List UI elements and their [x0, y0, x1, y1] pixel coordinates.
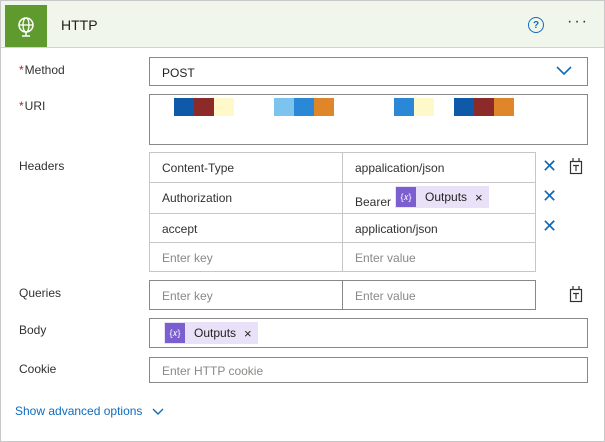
cookie-placeholder: Enter HTTP cookie: [162, 364, 264, 378]
query-value-input[interactable]: Enter value: [342, 280, 536, 310]
header-value-input[interactable]: Enter value: [342, 242, 536, 272]
body-label: Body: [19, 323, 47, 337]
expression-icon: {𝑥}: [396, 187, 416, 207]
queries-label: Queries: [19, 286, 62, 300]
help-circle-icon[interactable]: ?: [528, 17, 544, 33]
remove-token-button[interactable]: ×: [475, 190, 483, 205]
redacted-block: [174, 98, 194, 116]
uri-input[interactable]: [149, 94, 588, 145]
cookie-input[interactable]: Enter HTTP cookie: [149, 357, 588, 383]
chevron-down-icon: [555, 63, 573, 82]
header-key: Content-Type: [162, 161, 235, 175]
redacted-block: [214, 98, 234, 116]
header-value: appalication/json: [355, 161, 445, 175]
header-key: Authorization: [162, 191, 233, 205]
body-input[interactable]: {𝑥} Outputs ×: [149, 318, 588, 348]
value-placeholder: Enter value: [355, 251, 416, 265]
header-key: accept: [162, 222, 198, 236]
card-title: HTTP: [61, 17, 98, 33]
value-placeholder: Enter value: [355, 289, 416, 303]
redacted-block: [454, 98, 474, 116]
redacted-block: [414, 98, 434, 116]
header-value-cell[interactable]: application/json: [342, 213, 536, 243]
header-value: application/json: [355, 222, 438, 236]
key-placeholder: Enter key: [162, 289, 213, 303]
close-icon[interactable]: ✕: [542, 157, 557, 175]
header-key-cell[interactable]: accept: [149, 213, 343, 243]
chevron-down-icon: [152, 405, 164, 419]
more-icon[interactable]: ···: [567, 14, 589, 30]
token-label: Outputs: [194, 326, 237, 340]
redacted-block: [274, 98, 294, 116]
redacted-block: [394, 98, 414, 116]
header-value-prefix: Bearer: [355, 195, 392, 209]
header-key-cell[interactable]: Content-Type: [149, 152, 343, 183]
header-key-cell[interactable]: Authorization: [149, 182, 343, 214]
key-placeholder: Enter key: [162, 251, 213, 265]
text-mode-icon[interactable]: [568, 157, 584, 178]
remove-token-button[interactable]: ×: [244, 326, 252, 341]
uri-label: *URI: [19, 99, 46, 113]
cookie-label: Cookie: [19, 362, 57, 376]
header-value-cell[interactable]: appalication/json: [342, 152, 536, 183]
method-label: *Method: [19, 63, 65, 77]
dynamic-content-token[interactable]: {𝑥} Outputs ×: [164, 322, 258, 344]
headers-label: Headers: [19, 159, 65, 173]
http-action-card: HTTP ? ··· *Method POST *URI Headers Con…: [0, 0, 605, 442]
method-value: POST: [162, 66, 195, 80]
header-key-input[interactable]: Enter key: [149, 242, 343, 272]
redacted-block: [474, 98, 494, 116]
globe-icon: [5, 5, 47, 47]
advanced-label: Show advanced options: [15, 404, 143, 418]
token-label: Outputs: [425, 190, 468, 204]
close-icon[interactable]: ✕: [542, 217, 557, 235]
redacted-block: [294, 98, 314, 116]
redacted-block: [314, 98, 334, 116]
header-value-cell[interactable]: Bearer {𝑥} Outputs ×: [342, 182, 536, 214]
expression-icon: {𝑥}: [165, 323, 185, 343]
query-key-input[interactable]: Enter key: [149, 280, 343, 310]
redacted-block: [194, 98, 214, 116]
close-icon[interactable]: ✕: [542, 187, 557, 205]
redacted-block: [494, 98, 514, 116]
text-mode-icon[interactable]: [568, 285, 584, 306]
show-advanced-options-link[interactable]: Show advanced options: [15, 404, 164, 419]
method-dropdown[interactable]: POST: [149, 57, 588, 86]
dynamic-content-token[interactable]: {𝑥} Outputs ×: [395, 186, 489, 208]
card-header[interactable]: HTTP ? ···: [1, 1, 604, 48]
